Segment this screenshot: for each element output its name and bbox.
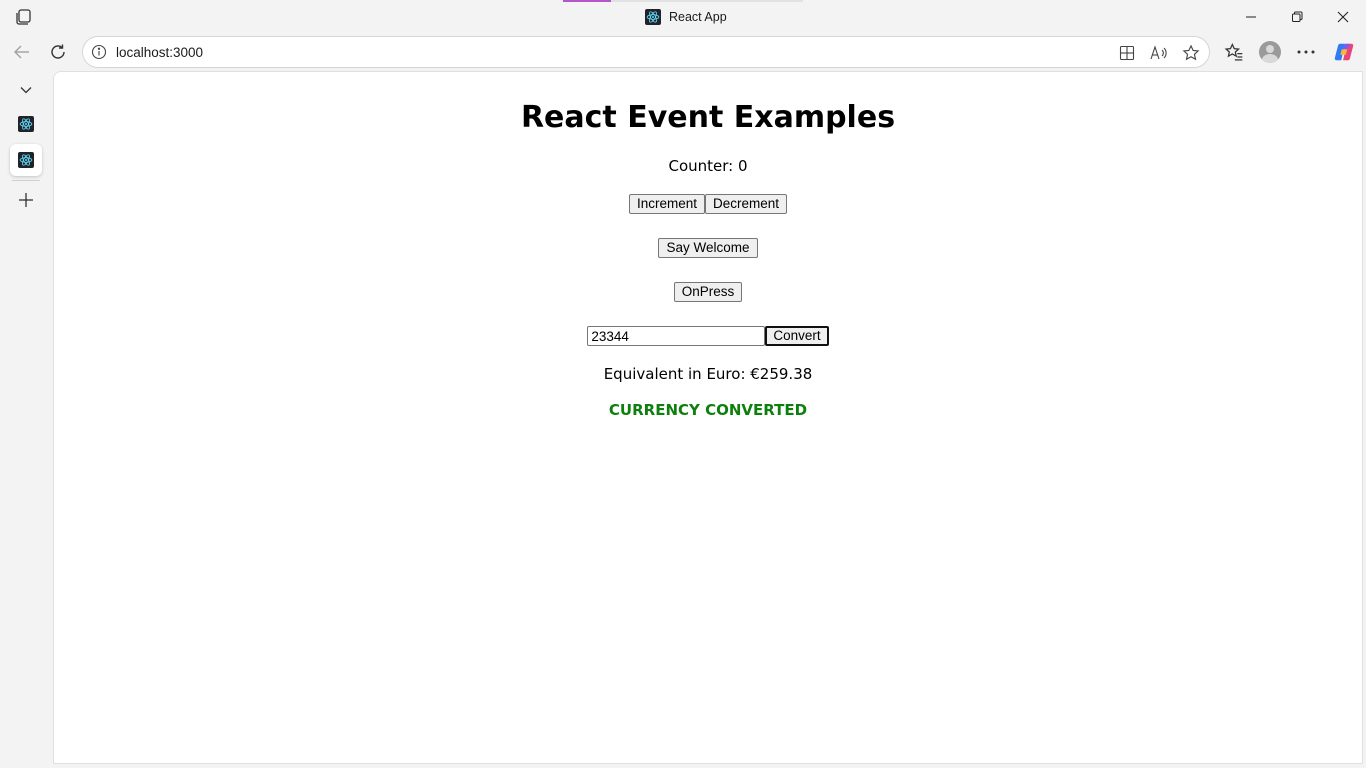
close-window-icon[interactable] [1332,6,1354,28]
new-tab-plus-icon[interactable] [10,184,42,216]
title-bar: React App [0,0,1366,34]
address-bar[interactable]: localhost:3000 [82,36,1210,68]
tab-react-app-1[interactable] [10,108,42,140]
collapse-tabs-chevron-down-icon[interactable] [10,74,42,106]
read-aloud-icon[interactable] [1148,42,1170,64]
page-title: React Event Examples [520,100,896,135]
increment-button[interactable]: Increment [628,194,705,214]
onpress-button[interactable]: OnPress [673,282,743,302]
avatar-icon [1259,41,1281,63]
convert-button[interactable]: Convert [765,326,829,346]
page-viewport: React Event Examples Counter: 0 Incremen… [53,71,1363,764]
tab-indicator [563,0,803,2]
favorite-star-icon[interactable] [1180,42,1202,64]
euro-result: Equivalent in Euro: €259.38 [603,365,813,383]
sidebar-divider [12,180,40,181]
refresh-icon[interactable] [44,38,72,66]
onpress-row: OnPress [54,282,1362,302]
counter-display: Counter: 0 [668,157,748,175]
conversion-status: CURRENCY CONVERTED [608,401,808,419]
react-logo-icon [18,152,34,168]
react-logo-icon [18,116,34,132]
tab-react-app-2[interactable] [10,144,42,176]
vertical-tabs-sidebar [0,70,52,768]
say-welcome-button[interactable]: Say Welcome [658,238,758,258]
workspaces-icon[interactable] [14,7,34,27]
minimize-icon[interactable] [1240,6,1262,28]
welcome-row: Say Welcome [54,238,1362,258]
currency-converter: Convert [54,326,1362,346]
browser-toolbar: localhost:3000 [0,34,1366,70]
url-text[interactable]: localhost:3000 [116,45,203,60]
copilot-icon[interactable] [1330,38,1358,66]
react-logo-icon [645,9,661,25]
profile-avatar[interactable] [1256,38,1284,66]
window-title: React App [645,8,727,26]
window-title-text: React App [669,10,727,24]
counter-buttons: Increment Decrement [54,194,1362,214]
decrement-button[interactable]: Decrement [705,194,788,214]
more-options-icon[interactable] [1292,38,1320,66]
site-info-icon[interactable] [91,44,107,60]
amount-input[interactable] [587,326,766,346]
app-available-icon[interactable] [1116,42,1138,64]
restore-icon[interactable] [1286,6,1308,28]
react-app: React Event Examples Counter: 0 Incremen… [54,98,1362,420]
back-arrow-icon[interactable] [8,38,36,66]
favorites-icon[interactable] [1220,38,1248,66]
